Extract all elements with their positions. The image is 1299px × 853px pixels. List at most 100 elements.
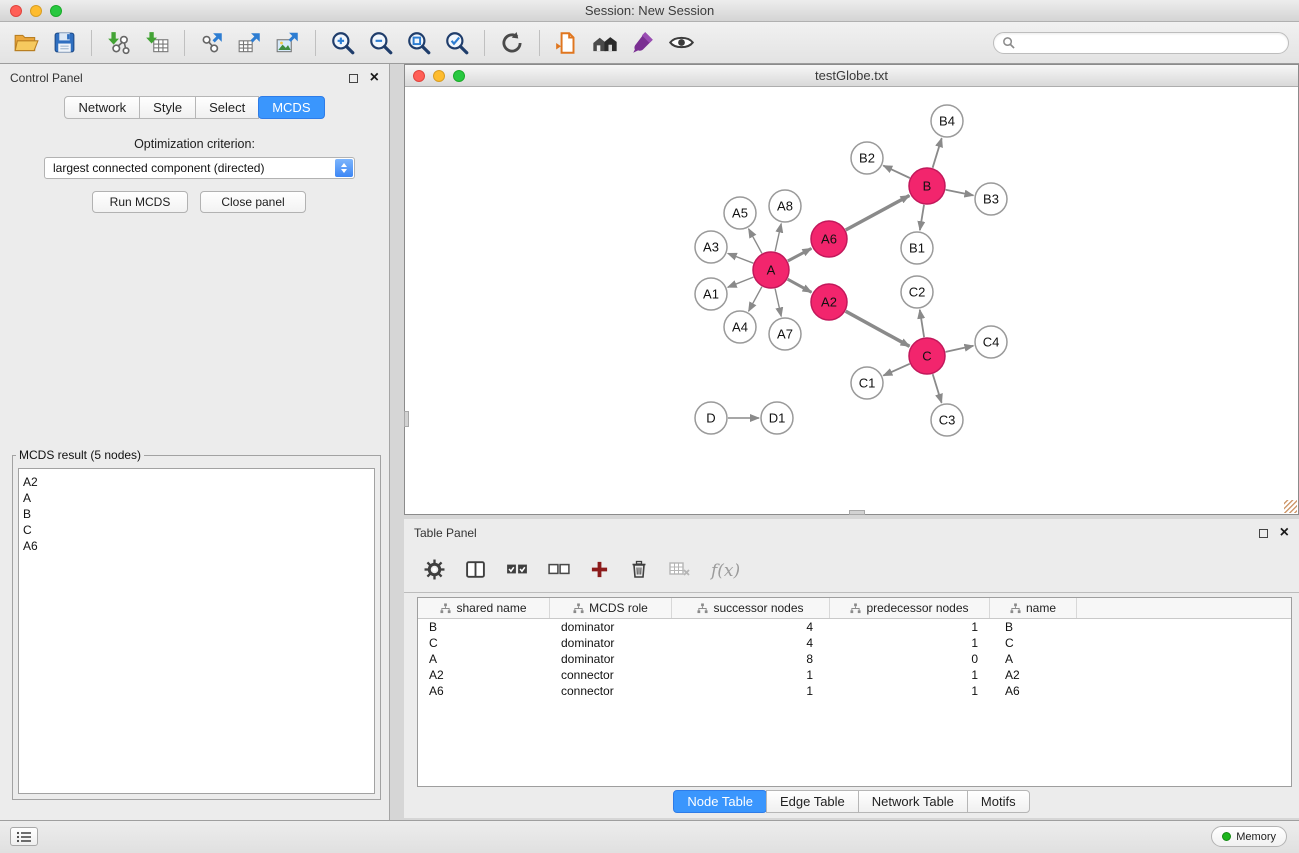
table-cell[interactable]: A xyxy=(990,652,1077,666)
graph-edge-B-B2[interactable] xyxy=(883,166,910,178)
tab-motifs[interactable]: Motifs xyxy=(967,790,1030,813)
column-header-shared-name[interactable]: shared name xyxy=(418,598,550,618)
table-cell[interactable]: C xyxy=(990,636,1077,650)
graph-node-A[interactable]: A xyxy=(753,252,789,288)
column-header-name[interactable]: name xyxy=(990,598,1077,618)
mcds-result-item[interactable]: A xyxy=(23,490,370,506)
show-graphics-details-icon[interactable] xyxy=(665,27,697,59)
graph-node-C3[interactable]: C3 xyxy=(931,404,963,436)
table-cell[interactable]: 4 xyxy=(672,636,830,650)
zoom-out-icon[interactable] xyxy=(365,27,397,59)
tab-mcds[interactable]: MCDS xyxy=(258,96,324,119)
table-cell[interactable]: dominator xyxy=(550,636,672,650)
graph-edge-A-A7[interactable] xyxy=(775,289,781,317)
export-network-icon[interactable] xyxy=(196,27,228,59)
delete-columns-icon[interactable] xyxy=(629,559,649,582)
function-builder-icon[interactable]: f(x) xyxy=(711,561,740,581)
graph-edge-A-A8[interactable] xyxy=(775,224,781,252)
table-cell[interactable]: dominator xyxy=(550,652,672,666)
table-cell[interactable]: 1 xyxy=(830,636,990,650)
mcds-result-item[interactable]: C xyxy=(23,522,370,538)
table-cell[interactable]: 1 xyxy=(672,668,830,682)
style-brush-icon[interactable] xyxy=(627,27,659,59)
table-cell[interactable]: B xyxy=(418,620,550,634)
tab-select[interactable]: Select xyxy=(195,96,259,119)
graph-edge-A-A5[interactable] xyxy=(749,229,762,254)
export-image-icon[interactable] xyxy=(272,27,304,59)
search-field[interactable] xyxy=(993,32,1289,54)
deselect-all-columns-icon[interactable] xyxy=(548,558,570,583)
table-cell[interactable]: dominator xyxy=(550,620,672,634)
column-header-mcds-role[interactable]: MCDS role xyxy=(550,598,672,618)
home-icon[interactable] xyxy=(589,27,621,59)
graph-edge-C-C2[interactable] xyxy=(920,310,924,337)
graph-edge-C-C1[interactable] xyxy=(883,364,909,376)
table-cell[interactable]: 4 xyxy=(672,620,830,634)
memory-button[interactable]: Memory xyxy=(1211,826,1287,847)
close-panel-button[interactable]: Close panel xyxy=(200,191,306,213)
graph-node-A8[interactable]: A8 xyxy=(769,190,801,222)
close-panel-icon[interactable]: × xyxy=(1280,528,1289,538)
table-cell[interactable]: A6 xyxy=(990,684,1077,698)
splitter-handle[interactable] xyxy=(849,510,865,515)
graph-edge-A2-C[interactable] xyxy=(846,311,910,346)
table-row[interactable]: B dominator 4 1 B xyxy=(418,619,1291,635)
graph-edge-B-B1[interactable] xyxy=(920,205,924,230)
task-history-button[interactable] xyxy=(10,827,38,846)
graph-node-B[interactable]: B xyxy=(909,168,945,204)
graph-node-D1[interactable]: D1 xyxy=(761,402,793,434)
table-row[interactable]: A dominator 8 0 A xyxy=(418,651,1291,667)
delete-table-icon[interactable] xyxy=(669,559,691,582)
graph-edge-A-A6[interactable] xyxy=(788,248,812,261)
graph-edge-B-B4[interactable] xyxy=(933,138,942,168)
tab-style[interactable]: Style xyxy=(139,96,196,119)
search-input[interactable] xyxy=(1020,36,1280,50)
table-row[interactable]: C dominator 4 1 C xyxy=(418,635,1291,651)
graph-node-C4[interactable]: C4 xyxy=(975,326,1007,358)
table-row[interactable]: A2 connector 1 1 A2 xyxy=(418,667,1291,683)
tab-network-table[interactable]: Network Table xyxy=(858,790,968,813)
graph-edge-C-C3[interactable] xyxy=(933,374,942,403)
splitter-handle[interactable] xyxy=(404,411,409,427)
graph-node-A5[interactable]: A5 xyxy=(724,197,756,229)
graph-node-A3[interactable]: A3 xyxy=(695,231,727,263)
table-cell[interactable]: 1 xyxy=(830,684,990,698)
tab-node-table[interactable]: Node Table xyxy=(673,790,767,813)
export-table-icon[interactable] xyxy=(234,27,266,59)
zoom-selected-icon[interactable] xyxy=(441,27,473,59)
zoom-fit-icon[interactable] xyxy=(403,27,435,59)
graph-node-A2[interactable]: A2 xyxy=(811,284,847,320)
table-row[interactable]: A6 connector 1 1 A6 xyxy=(418,683,1291,699)
float-panel-icon[interactable] xyxy=(349,74,358,83)
table-cell[interactable]: 0 xyxy=(830,652,990,666)
graph-edge-A-A1[interactable] xyxy=(728,277,754,287)
mcds-result-item[interactable]: B xyxy=(23,506,370,522)
add-column-icon[interactable] xyxy=(590,560,609,582)
table-cell[interactable]: 1 xyxy=(672,684,830,698)
tab-edge-table[interactable]: Edge Table xyxy=(766,790,859,813)
graph-node-B4[interactable]: B4 xyxy=(931,105,963,137)
float-panel-icon[interactable] xyxy=(1259,529,1268,538)
table-cell[interactable]: A6 xyxy=(418,684,550,698)
network-canvas[interactable]: B4B2BB3A5A8A6B1A3AC2A1A2A4A7C4CC1C3DD1 xyxy=(405,87,1298,514)
table-cell[interactable]: A xyxy=(418,652,550,666)
table-settings-gear-icon[interactable] xyxy=(424,559,445,583)
graph-node-B1[interactable]: B1 xyxy=(901,232,933,264)
import-table-icon[interactable] xyxy=(141,27,173,59)
apply-layout-icon[interactable] xyxy=(496,27,528,59)
table-cell[interactable]: connector xyxy=(550,668,672,682)
graph-edge-A-A2[interactable] xyxy=(788,279,812,292)
table-cell[interactable]: A2 xyxy=(418,668,550,682)
tab-network[interactable]: Network xyxy=(64,96,140,119)
run-mcds-button[interactable]: Run MCDS xyxy=(92,191,188,213)
table-cell[interactable]: 1 xyxy=(830,620,990,634)
table-cell[interactable]: B xyxy=(990,620,1077,634)
table-cell[interactable]: 1 xyxy=(830,668,990,682)
table-cell[interactable]: 8 xyxy=(672,652,830,666)
graph-edge-A-A4[interactable] xyxy=(749,287,762,312)
open-document-icon[interactable] xyxy=(551,27,583,59)
graph-node-C[interactable]: C xyxy=(909,338,945,374)
open-session-icon[interactable] xyxy=(10,27,42,59)
graph-edge-C-C4[interactable] xyxy=(946,346,974,352)
column-header-successor-nodes[interactable]: successor nodes xyxy=(672,598,830,618)
